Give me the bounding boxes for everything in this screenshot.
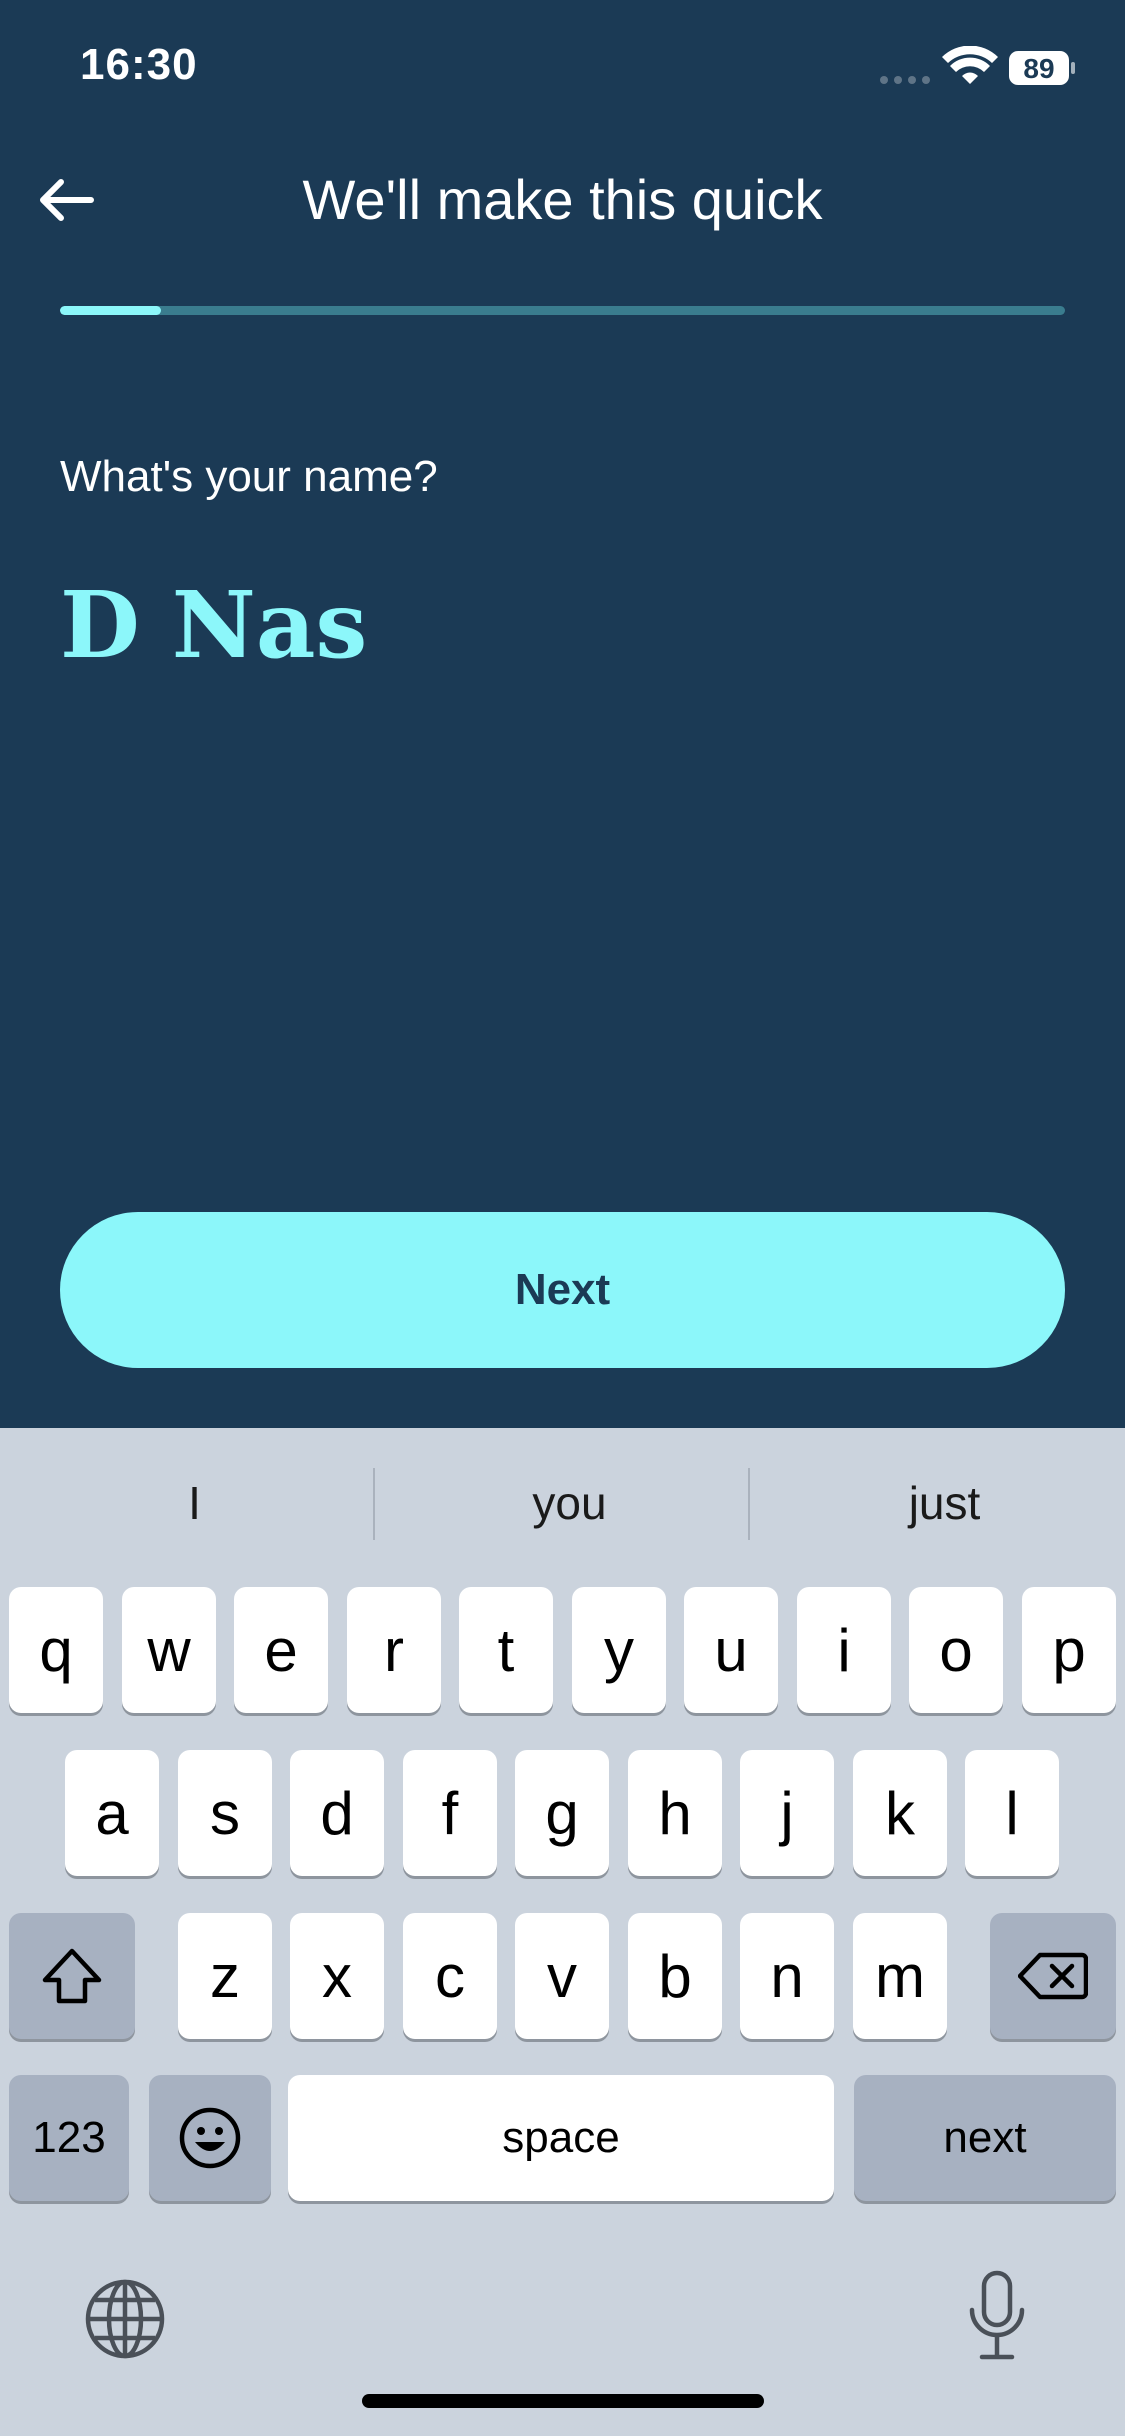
key-f[interactable]: f [403,1750,497,1876]
emoji-key[interactable] [149,2075,271,2201]
key-z[interactable]: z [178,1913,272,2039]
key-m[interactable]: m [853,1913,947,2039]
key-v[interactable]: v [515,1913,609,2039]
wifi-icon [942,46,998,84]
key-o[interactable]: o [909,1587,1003,1713]
onboarding-panel: 16:30 89 We'll make this quick What's yo… [0,0,1125,1428]
suggestion-divider [748,1468,750,1540]
key-d[interactable]: d [290,1750,384,1876]
key-w[interactable]: w [122,1587,216,1713]
progress-bar-fill [60,306,161,315]
battery-level: 89 [1023,53,1054,84]
arrow-left-icon [40,179,94,221]
numbers-key[interactable]: 123 [9,2075,129,2201]
space-key[interactable]: space [288,2075,834,2201]
key-c[interactable]: c [403,1913,497,2039]
suggestion-item[interactable]: you [383,1428,756,1578]
suggestion-item[interactable]: just [758,1428,1125,1578]
key-r[interactable]: r [347,1587,441,1713]
home-indicator [362,2394,764,2408]
suggestion-divider [373,1468,375,1540]
key-a[interactable]: a [65,1750,159,1876]
return-key[interactable]: next [854,2075,1116,2201]
key-b[interactable]: b [628,1913,722,2039]
cellular-signal-icon [880,76,930,84]
shift-key[interactable] [9,1913,135,2039]
back-button[interactable] [30,164,102,236]
page-title: We'll make this quick [302,168,823,231]
key-e[interactable]: e [234,1587,328,1713]
key-y[interactable]: y [572,1587,666,1713]
microphone-icon[interactable] [966,2270,1028,2362]
key-t[interactable]: t [459,1587,553,1713]
next-button[interactable]: Next [60,1212,1065,1368]
status-time: 16:30 [80,40,198,89]
key-g[interactable]: g [515,1750,609,1876]
key-n[interactable]: n [740,1913,834,2039]
key-h[interactable]: h [628,1750,722,1876]
delete-key[interactable] [990,1913,1116,2039]
name-input[interactable] [60,570,1065,680]
suggestion-bar: I you just [0,1428,1125,1578]
backspace-icon [1018,1952,1088,2000]
key-p[interactable]: p [1022,1587,1116,1713]
key-x[interactable]: x [290,1913,384,2039]
key-s[interactable]: s [178,1750,272,1876]
question-label: What's your name? [60,452,438,501]
globe-icon[interactable] [84,2278,166,2360]
key-i[interactable]: i [797,1587,891,1713]
suggestion-item[interactable]: I [8,1428,381,1578]
emoji-icon [179,2107,241,2169]
progress-bar [60,306,1065,315]
keyboard: I you just q w e r t y u i o p a s d f g… [0,1428,1125,2436]
key-q[interactable]: q [9,1587,103,1713]
battery-icon: 89 [1009,51,1075,85]
screen: 16:30 89 We'll make this quick What's yo… [0,0,1125,2436]
key-l[interactable]: l [965,1750,1059,1876]
key-j[interactable]: j [740,1750,834,1876]
key-k[interactable]: k [853,1750,947,1876]
shift-icon [42,1948,102,2004]
key-u[interactable]: u [684,1587,778,1713]
